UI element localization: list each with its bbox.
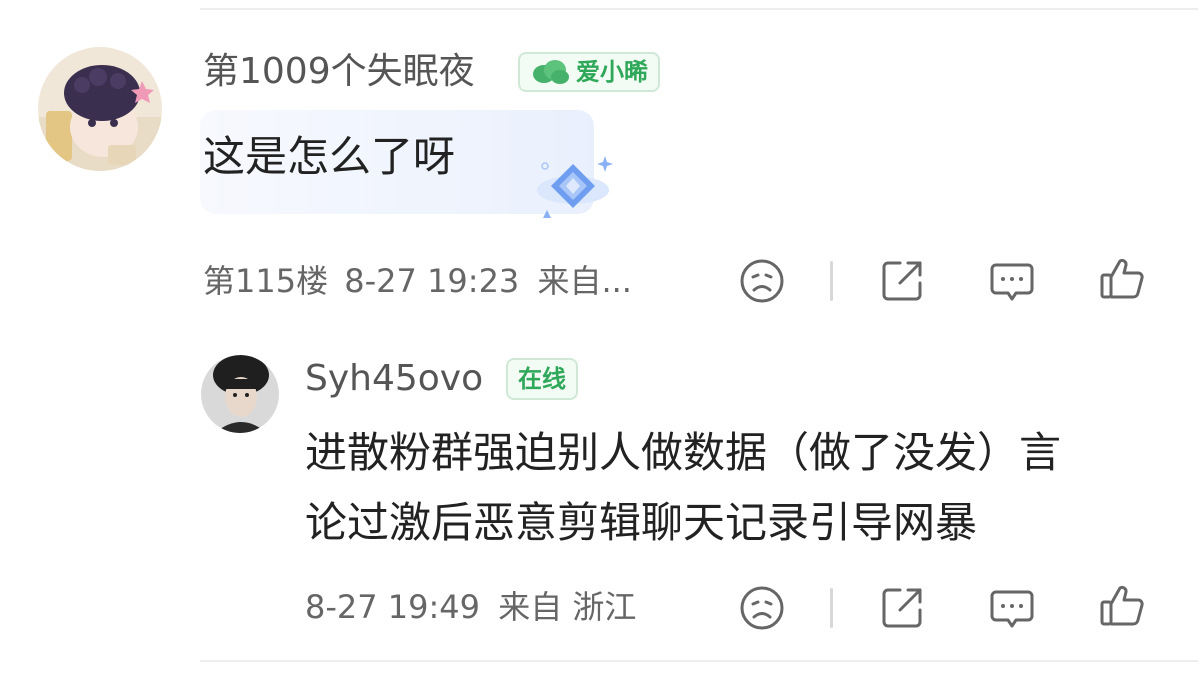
share-icon[interactable] — [878, 257, 926, 305]
sad-face-icon[interactable] — [738, 257, 786, 305]
reply-avatar[interactable] — [201, 355, 279, 433]
reply-meta: 8-27 19:49 来自 浙江 — [305, 587, 636, 627]
avatar[interactable] — [38, 47, 162, 171]
comment-meta: 第115楼 8-27 19:23 来自... — [203, 261, 632, 301]
separator — [830, 261, 833, 301]
reply-username[interactable]: Syh45ovo — [305, 357, 483, 401]
fan-badge[interactable]: 爱小晞 — [518, 52, 660, 92]
divider — [200, 8, 1198, 10]
comment-icon[interactable] — [988, 584, 1036, 632]
separator — [830, 588, 833, 628]
badge-label: 在线 — [518, 365, 566, 393]
timestamp: 8-27 19:23 — [344, 262, 520, 300]
comment-text: 这是怎么了呀 — [203, 132, 456, 181]
divider — [200, 660, 1198, 662]
online-badge: 在线 — [506, 358, 578, 400]
floor-number: 第115楼 — [203, 262, 329, 300]
like-icon[interactable] — [1098, 255, 1146, 303]
comment-icon[interactable] — [988, 257, 1036, 305]
like-icon[interactable] — [1098, 582, 1146, 630]
username[interactable]: 第1009个失眠夜 — [203, 50, 475, 94]
timestamp: 8-27 19:49 — [305, 588, 481, 626]
sad-face-icon[interactable] — [738, 584, 786, 632]
cloud-icon — [530, 59, 570, 85]
badge-label: 爱小晞 — [576, 58, 648, 86]
reply-text-line: 进散粉群强迫别人做数据（做了没发）言 — [305, 428, 1062, 477]
diamond-decoration-icon — [487, 150, 615, 220]
location: 来自 浙江 — [498, 588, 637, 626]
reply-text: 进散粉群强迫别人做数据（做了没发）言 论过激后恶意剪辑聊天记录引导网暴 — [305, 418, 1061, 558]
location: 来自... — [537, 262, 632, 300]
share-icon[interactable] — [878, 584, 926, 632]
comment-thread: 第1009个失眠夜 爱小晞 这是怎么了呀 第115楼 8-27 19:23 来自 — [0, 0, 1198, 678]
reply-text-line: 论过激后恶意剪辑聊天记录引导网暴 — [305, 498, 978, 547]
